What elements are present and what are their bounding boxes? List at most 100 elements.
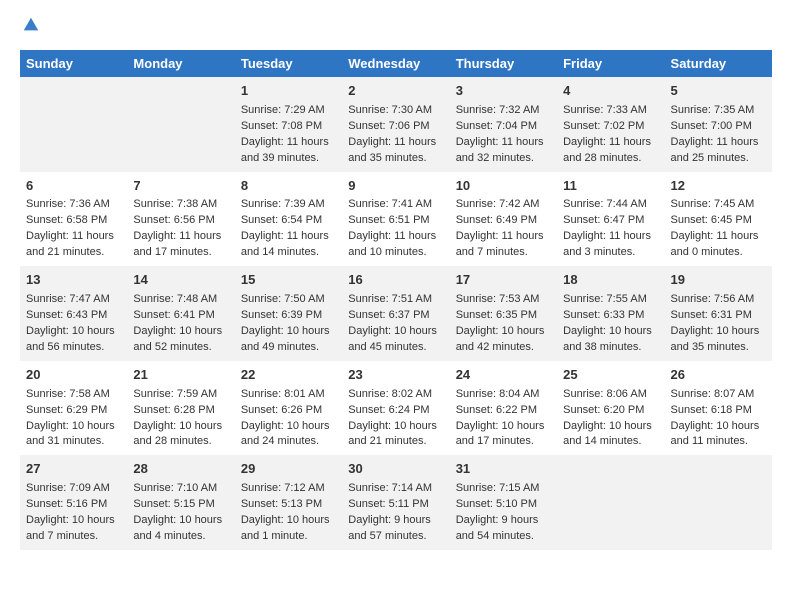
calendar-cell: 19Sunrise: 7:56 AMSunset: 6:31 PMDayligh… — [665, 266, 772, 361]
day-number: 24 — [456, 366, 551, 385]
logo — [20, 20, 40, 34]
weekday-header-sunday: Sunday — [20, 50, 127, 77]
day-number: 13 — [26, 271, 121, 290]
day-number: 15 — [241, 271, 336, 290]
sunrise-text: Sunrise: 7:30 AM — [348, 104, 432, 116]
sunset-text: Sunset: 6:47 PM — [563, 214, 644, 226]
sunset-text: Sunset: 6:18 PM — [671, 404, 752, 416]
calendar-cell: 7Sunrise: 7:38 AMSunset: 6:56 PMDaylight… — [127, 172, 234, 267]
weekday-header-tuesday: Tuesday — [235, 50, 342, 77]
daylight-text: Daylight: 10 hours and 42 minutes. — [456, 325, 545, 353]
day-number: 2 — [348, 82, 443, 101]
calendar-cell: 20Sunrise: 7:58 AMSunset: 6:29 PMDayligh… — [20, 361, 127, 456]
sunset-text: Sunset: 6:54 PM — [241, 214, 322, 226]
calendar-cell: 6Sunrise: 7:36 AMSunset: 6:58 PMDaylight… — [20, 172, 127, 267]
sunset-text: Sunset: 7:08 PM — [241, 120, 322, 132]
calendar-cell: 22Sunrise: 8:01 AMSunset: 6:26 PMDayligh… — [235, 361, 342, 456]
sunrise-text: Sunrise: 7:38 AM — [133, 198, 217, 210]
day-number: 14 — [133, 271, 228, 290]
sunrise-text: Sunrise: 7:42 AM — [456, 198, 540, 210]
page-header — [20, 20, 772, 34]
calendar-cell: 17Sunrise: 7:53 AMSunset: 6:35 PMDayligh… — [450, 266, 557, 361]
sunset-text: Sunset: 6:26 PM — [241, 404, 322, 416]
daylight-text: Daylight: 9 hours and 57 minutes. — [348, 514, 431, 542]
daylight-text: Daylight: 10 hours and 14 minutes. — [563, 420, 652, 448]
day-number: 3 — [456, 82, 551, 101]
calendar-cell: 9Sunrise: 7:41 AMSunset: 6:51 PMDaylight… — [342, 172, 449, 267]
weekday-header-wednesday: Wednesday — [342, 50, 449, 77]
day-number: 27 — [26, 460, 121, 479]
weekday-header-friday: Friday — [557, 50, 664, 77]
calendar-week-row: 13 Sunrise: 7:47 AM Sunset: 6:43 PM Dayligh… — [20, 266, 772, 361]
calendar-week-row: 1Sunrise: 7:29 AMSunset: 7:08 PMDaylight… — [20, 77, 772, 172]
daylight-text: Daylight: 11 hours and 3 minutes. — [563, 230, 651, 258]
calendar-cell: 5Sunrise: 7:35 AMSunset: 7:00 PMDaylight… — [665, 77, 772, 172]
sunset-text: Sunset: 6:43 PM — [26, 309, 107, 321]
calendar-cell: 18Sunrise: 7:55 AMSunset: 6:33 PMDayligh… — [557, 266, 664, 361]
daylight-text: Daylight: 11 hours and 17 minutes. — [133, 230, 221, 258]
sunrise-text: Sunrise: 7:10 AM — [133, 482, 217, 494]
sunrise-text: Sunrise: 8:06 AM — [563, 388, 647, 400]
calendar-cell: 24Sunrise: 8:04 AMSunset: 6:22 PMDayligh… — [450, 361, 557, 456]
sunset-text: Sunset: 6:29 PM — [26, 404, 107, 416]
day-number: 19 — [671, 271, 766, 290]
calendar-cell: 3Sunrise: 7:32 AMSunset: 7:04 PMDaylight… — [450, 77, 557, 172]
sunrise-text: Sunrise: 7:33 AM — [563, 104, 647, 116]
daylight-text: Daylight: 11 hours and 14 minutes. — [241, 230, 329, 258]
sunset-text: Sunset: 6:33 PM — [563, 309, 644, 321]
calendar-cell: 13Sunrise: 7:47 AMSunset: 6:43 PMDayligh… — [20, 266, 127, 361]
sunrise-text: Sunrise: 8:02 AM — [348, 388, 432, 400]
sunset-text: Sunset: 6:45 PM — [671, 214, 752, 226]
daylight-text: Daylight: 10 hours and 1 minute. — [241, 514, 330, 542]
day-number: 22 — [241, 366, 336, 385]
daylight-text: Daylight: 10 hours and 52 minutes. — [133, 325, 222, 353]
day-number: 1 — [241, 82, 336, 101]
day-number: 29 — [241, 460, 336, 479]
sunset-text: Sunset: 6:51 PM — [348, 214, 429, 226]
daylight-text: Daylight: 9 hours and 54 minutes. — [456, 514, 539, 542]
sunset-text: Sunset: 6:24 PM — [348, 404, 429, 416]
calendar-cell: 12Sunrise: 7:45 AMSunset: 6:45 PMDayligh… — [665, 172, 772, 267]
calendar-cell — [557, 455, 664, 550]
day-number: 20 — [26, 366, 121, 385]
daylight-text: Daylight: 10 hours and 7 minutes. — [26, 514, 115, 542]
sunrise-text: Sunrise: 7:14 AM — [348, 482, 432, 494]
daylight-text: Daylight: 10 hours and 38 minutes. — [563, 325, 652, 353]
sunrise-text: Sunrise: 7:32 AM — [456, 104, 540, 116]
sunset-text: Sunset: 6:39 PM — [241, 309, 322, 321]
daylight-text: Daylight: 10 hours and 24 minutes. — [241, 420, 330, 448]
sunrise-text: Sunrise: 7:50 AM — [241, 293, 325, 305]
daylight-text: Daylight: 11 hours and 25 minutes. — [671, 136, 759, 164]
calendar-cell: 28Sunrise: 7:10 AMSunset: 5:15 PMDayligh… — [127, 455, 234, 550]
daylight-text: Daylight: 11 hours and 35 minutes. — [348, 136, 436, 164]
day-number: 11 — [563, 177, 658, 196]
calendar-cell: 25Sunrise: 8:06 AMSunset: 6:20 PMDayligh… — [557, 361, 664, 456]
sunrise-text: Sunrise: 7:59 AM — [133, 388, 217, 400]
sunset-text: Sunset: 5:10 PM — [456, 498, 537, 510]
weekday-header-saturday: Saturday — [665, 50, 772, 77]
calendar-cell: 2Sunrise: 7:30 AMSunset: 7:06 PMDaylight… — [342, 77, 449, 172]
sunrise-text: Sunrise: 7:51 AM — [348, 293, 432, 305]
weekday-header-row: SundayMondayTuesdayWednesdayThursdayFrid… — [20, 50, 772, 77]
calendar-cell — [665, 455, 772, 550]
calendar-cell: 16Sunrise: 7:51 AMSunset: 6:37 PMDayligh… — [342, 266, 449, 361]
calendar-cell: 14Sunrise: 7:48 AMSunset: 6:41 PMDayligh… — [127, 266, 234, 361]
sunset-text: Sunset: 6:41 PM — [133, 309, 214, 321]
day-number: 26 — [671, 366, 766, 385]
day-number: 6 — [26, 177, 121, 196]
day-number: 12 — [671, 177, 766, 196]
sunrise-text: Sunrise: 7:35 AM — [671, 104, 755, 116]
calendar-cell: 15Sunrise: 7:50 AMSunset: 6:39 PMDayligh… — [235, 266, 342, 361]
daylight-text: Daylight: 11 hours and 39 minutes. — [241, 136, 329, 164]
sunset-text: Sunset: 6:28 PM — [133, 404, 214, 416]
sunset-text: Sunset: 6:37 PM — [348, 309, 429, 321]
calendar-cell: 29Sunrise: 7:12 AMSunset: 5:13 PMDayligh… — [235, 455, 342, 550]
calendar-cell: 8Sunrise: 7:39 AMSunset: 6:54 PMDaylight… — [235, 172, 342, 267]
day-number: 18 — [563, 271, 658, 290]
daylight-text: Daylight: 11 hours and 21 minutes. — [26, 230, 114, 258]
day-number: 10 — [456, 177, 551, 196]
sunset-text: Sunset: 7:00 PM — [671, 120, 752, 132]
sunrise-text: Sunrise: 7:53 AM — [456, 293, 540, 305]
calendar-cell: 23Sunrise: 8:02 AMSunset: 6:24 PMDayligh… — [342, 361, 449, 456]
sunrise-text: Sunrise: 7:47 AM — [26, 293, 110, 305]
